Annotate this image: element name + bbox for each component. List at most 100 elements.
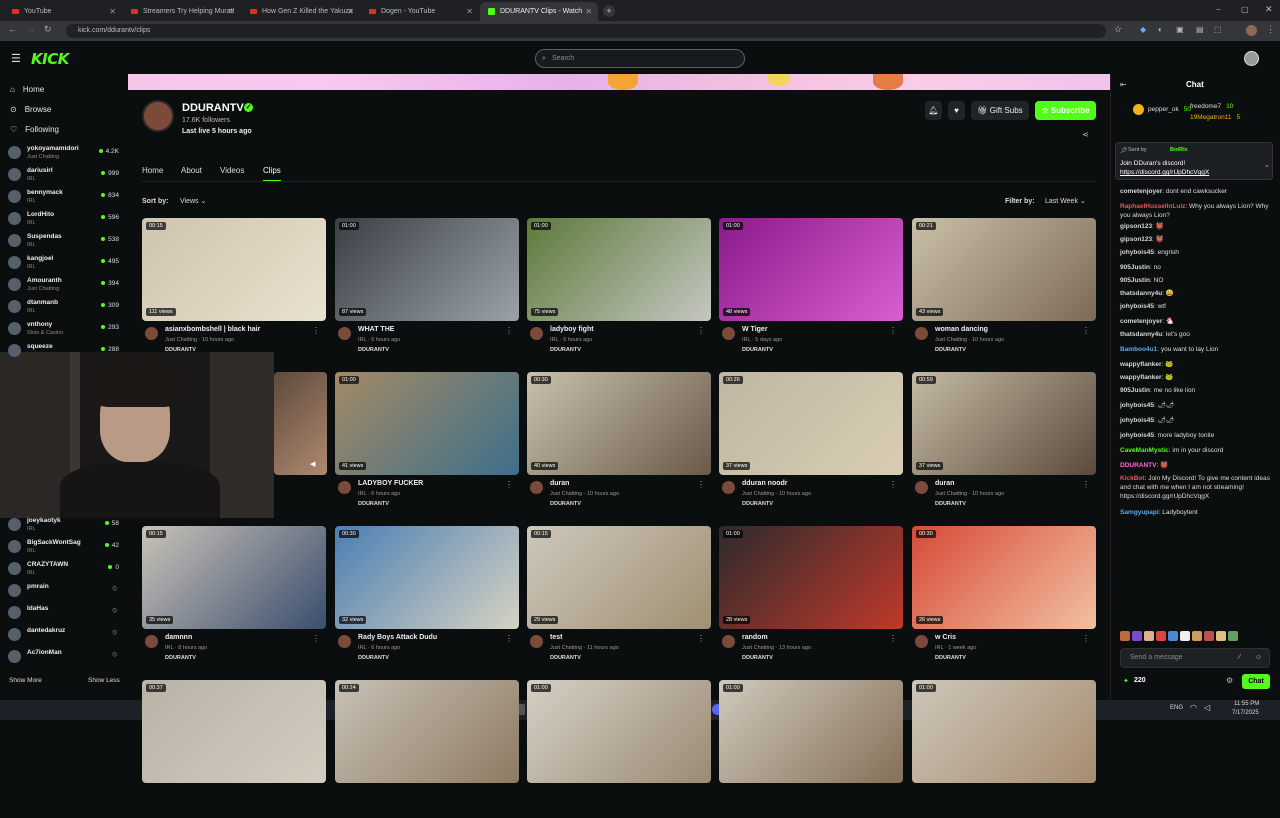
clip-channel-avatar[interactable] bbox=[530, 327, 543, 340]
clip-card[interactable]: 01:00 87 views WHAT THE IRL · 6 hours ago DD… bbox=[335, 218, 519, 356]
sidebar-channel-dariusirl[interactable]: dariusirl IRL 999 bbox=[8, 165, 123, 185]
reload-icon[interactable]: ↻ bbox=[44, 24, 52, 35]
show-more-link[interactable]: Show More bbox=[9, 677, 42, 684]
filter-dropdown[interactable]: Last Week ⌄ bbox=[1040, 195, 1091, 209]
wifi-icon[interactable]: ◠ bbox=[1190, 703, 1197, 712]
sidebar-channel-vnthony[interactable]: vnthony Slots & Casino 293 bbox=[8, 319, 123, 339]
more-options-icon[interactable]: ⋮ bbox=[889, 480, 897, 489]
clip-card[interactable]: 00:30 40 views duran Just Chatting · 10 hou… bbox=[527, 372, 711, 510]
sidebar-channel-suspendas[interactable]: Suspendas IRL 538 bbox=[8, 231, 123, 251]
chat-username[interactable]: wappyflanker bbox=[1120, 361, 1162, 368]
clip-card[interactable]: 01:00 bbox=[527, 680, 711, 818]
address-bar[interactable]: kick.com/ddurantv/clips bbox=[66, 24, 1106, 38]
chat-username[interactable]: wappyflanker bbox=[1120, 374, 1162, 381]
clip-channel[interactable]: DDURANTV bbox=[358, 501, 389, 507]
chat-username[interactable]: johybois45 bbox=[1120, 402, 1154, 409]
clip-thumbnail[interactable]: 01:00 48 views bbox=[719, 218, 903, 321]
clip-thumbnail[interactable]: 00:24 bbox=[335, 680, 519, 783]
sidebar-panel-icon[interactable]: ▤ bbox=[1196, 25, 1204, 34]
chat-username[interactable]: 905Justin bbox=[1120, 277, 1150, 284]
emoji-icon[interactable]: ☺ bbox=[1255, 649, 1262, 667]
clip-thumbnail[interactable]: 00:30 32 views bbox=[335, 526, 519, 629]
clip-channel-avatar[interactable] bbox=[915, 635, 928, 648]
clip-channel[interactable]: DDURANTV bbox=[935, 501, 966, 507]
clip-channel-avatar[interactable] bbox=[145, 635, 158, 648]
sidebar-item-following[interactable]: ♡ Following bbox=[10, 125, 59, 134]
chat-username[interactable]: gipson123 bbox=[1120, 236, 1152, 243]
extension-icon[interactable]: ◐ bbox=[1158, 25, 1163, 34]
close-window-icon[interactable]: ✕ bbox=[1265, 4, 1273, 15]
subscribe-button[interactable]: ☆ Subscribe bbox=[1035, 101, 1096, 120]
sidebar-channel-bennymack[interactable]: bennymack IRL 834 bbox=[8, 187, 123, 207]
chat-username[interactable]: thatsdanny4u bbox=[1120, 331, 1162, 338]
clip-channel-avatar[interactable] bbox=[722, 635, 735, 648]
share-icon[interactable]: ⋖ bbox=[1082, 130, 1089, 139]
clip-title[interactable]: damnnn bbox=[165, 634, 192, 641]
clip-title[interactable]: Rady Boys Attack Dudu bbox=[358, 634, 437, 641]
more-options-icon[interactable]: ⋮ bbox=[505, 480, 513, 489]
chat-username[interactable]: cometenjoyer bbox=[1120, 188, 1162, 195]
chat-username[interactable]: gipson123 bbox=[1120, 223, 1152, 230]
sidebar-item-home[interactable]: ⌂ Home bbox=[10, 85, 44, 94]
channel-avatar[interactable] bbox=[142, 100, 174, 132]
clip-channel[interactable]: DDURANTV bbox=[550, 501, 581, 507]
command-icon[interactable]: ⁄ bbox=[1239, 649, 1240, 667]
chat-input[interactable]: Send a message ⁄ ☺ bbox=[1120, 648, 1270, 668]
pinned-message[interactable]: 📌︎ Sent by BotRix Join DDuran's discord!… bbox=[1115, 142, 1273, 180]
tab-about[interactable]: About bbox=[181, 166, 202, 175]
clip-channel[interactable]: DDURANTV bbox=[165, 347, 196, 353]
more-options-icon[interactable]: ⋮ bbox=[889, 326, 897, 335]
more-options-icon[interactable]: ⋮ bbox=[312, 634, 320, 643]
clip-channel-avatar[interactable] bbox=[145, 327, 158, 340]
clip-title[interactable]: dduran noodr bbox=[742, 480, 788, 487]
chat-username[interactable]: cometenjoyer bbox=[1120, 318, 1162, 325]
clip-thumbnail[interactable]: 00:30 40 views bbox=[527, 372, 711, 475]
chat-username[interactable]: johybois45 bbox=[1120, 303, 1154, 310]
clip-title[interactable]: w Cris bbox=[935, 634, 956, 641]
clip-card[interactable]: 00:21 43 views woman dancing Just Chatting … bbox=[912, 218, 1096, 356]
close-tab-icon[interactable]: ✕ bbox=[109, 7, 116, 16]
clip-title[interactable]: WHAT THE bbox=[358, 326, 394, 333]
clip-thumbnail[interactable]: 00:30 26 views bbox=[912, 526, 1096, 629]
sidebar-channel-squeeze[interactable]: squeeze 288 bbox=[8, 341, 123, 361]
clip-thumbnail[interactable]: 01:00 87 views bbox=[335, 218, 519, 321]
clip-card[interactable]: 00:15 111 views asianxbombshell | black ha… bbox=[142, 218, 326, 356]
user-avatar[interactable] bbox=[1244, 51, 1259, 66]
leaderboard-entry[interactable]: 19Megatron11 5 bbox=[1190, 114, 1240, 121]
clip-thumbnail[interactable]: 00:15 29 views bbox=[527, 526, 711, 629]
clip-title[interactable]: woman dancing bbox=[935, 326, 988, 333]
clip-channel[interactable]: DDURANTV bbox=[742, 347, 773, 353]
clip-thumbnail[interactable]: 01:00 41 views bbox=[335, 372, 519, 475]
browser-tab[interactable]: How Gen Z Killed the Yakuza ✕ bbox=[242, 2, 360, 21]
sidebar-channel-pmrain[interactable]: pmrain ⦸ bbox=[8, 581, 123, 601]
clip-channel[interactable]: DDURANTV bbox=[550, 655, 581, 661]
clip-title[interactable]: ladyboy fight bbox=[550, 326, 594, 333]
language-indicator[interactable]: ENG bbox=[1170, 705, 1183, 711]
sidebar-channel-crazytawn[interactable]: CRAZYTAWN IRL 0 bbox=[8, 559, 123, 579]
clip-channel[interactable]: DDURANTV bbox=[935, 347, 966, 353]
sidebar-channel-amouranth[interactable]: Amouranth Just Chatting 394 bbox=[8, 275, 123, 295]
clip-title[interactable]: random bbox=[742, 634, 768, 641]
chat-username[interactable]: johybois45 bbox=[1120, 432, 1154, 439]
clip-title[interactable]: W Tiger bbox=[742, 326, 768, 333]
chat-username[interactable]: KickBot bbox=[1120, 475, 1145, 482]
clip-channel-avatar[interactable] bbox=[338, 635, 351, 648]
collapse-chat-icon[interactable]: ⇤ bbox=[1120, 80, 1127, 89]
clip-channel-avatar[interactable] bbox=[530, 481, 543, 494]
minimize-icon[interactable]: − bbox=[1216, 5, 1221, 14]
sidebar-channel-lordhito[interactable]: LordHito IRL 596 bbox=[8, 209, 123, 229]
clip-card[interactable]: 01:00 bbox=[719, 680, 903, 818]
tab-videos[interactable]: Videos bbox=[220, 166, 244, 175]
volume-icon[interactable]: ◁ bbox=[1204, 703, 1210, 712]
more-options-icon[interactable]: ⋮ bbox=[889, 634, 897, 643]
browser-tab[interactable]: Dogen - YouTube ✕ bbox=[361, 2, 479, 21]
clip-channel[interactable]: DDURANTV bbox=[935, 655, 966, 661]
more-options-icon[interactable]: ⋮ bbox=[1082, 634, 1090, 643]
clip-channel-avatar[interactable] bbox=[530, 635, 543, 648]
more-options-icon[interactable]: ⋮ bbox=[505, 326, 513, 335]
clip-card[interactable]: 00:30 32 views Rady Boys Attack Dudu IRL · … bbox=[335, 526, 519, 664]
sidebar-channel-idahas[interactable]: IdaHas ⦸ bbox=[8, 603, 123, 623]
notification-bell-button[interactable]: 🔔︎ bbox=[925, 101, 942, 120]
kick-logo[interactable]: KICK bbox=[31, 50, 69, 68]
clip-card[interactable]: 01:00 bbox=[912, 680, 1096, 818]
